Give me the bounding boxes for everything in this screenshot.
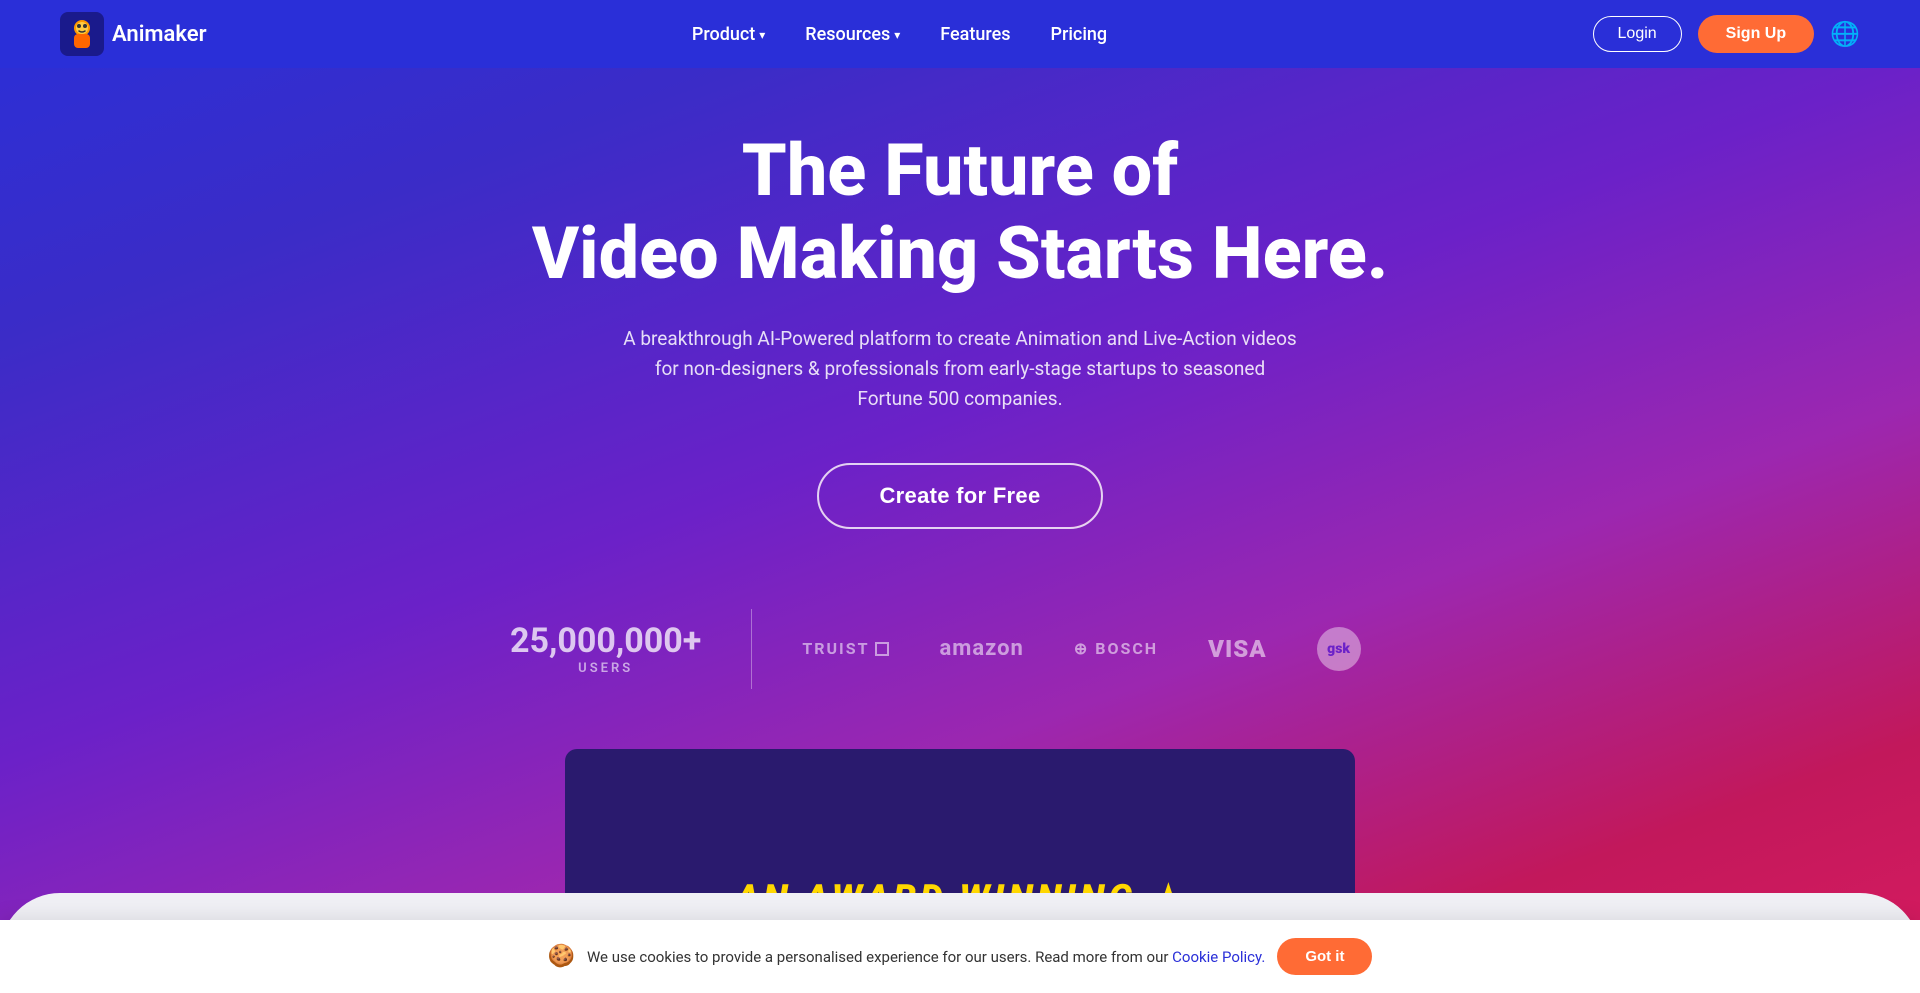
signup-button[interactable]: Sign Up	[1698, 15, 1814, 53]
navbar: Animaker Product ▾ Resources ▾ Features …	[0, 0, 1920, 68]
hero-title-line1: The Future of	[742, 128, 1178, 213]
gsk-text: gsk	[1327, 641, 1350, 657]
nav-features-label: Features	[940, 24, 1010, 45]
nav-resources-label: Resources	[805, 24, 890, 45]
resources-chevron-icon: ▾	[894, 28, 900, 42]
nav-item-resources[interactable]: Resources ▾	[805, 24, 900, 45]
language-icon[interactable]: 🌐	[1830, 20, 1860, 48]
logo-text: Animaker	[112, 22, 207, 47]
cookie-message: We use cookies to provide a personalised…	[587, 948, 1169, 966]
gsk-logo: gsk	[1317, 627, 1361, 671]
nav-pricing-label: Pricing	[1050, 24, 1107, 45]
users-count: 25,000,000+	[510, 621, 701, 661]
truist-box-icon	[875, 642, 889, 656]
product-chevron-icon: ▾	[759, 28, 765, 42]
hero-section: The Future of Video Making Starts Here. …	[0, 0, 1920, 993]
stats-users: 25,000,000+ USERS	[510, 621, 751, 676]
logo[interactable]: Animaker	[60, 12, 207, 56]
stats-section: 25,000,000+ USERS TRUIST amazon ⊕ BOSCH …	[510, 609, 1410, 689]
hero-title: The Future of Video Making Starts Here.	[532, 130, 1388, 296]
company-logos: TRUIST amazon ⊕ BOSCH VISA gsk	[802, 627, 1410, 671]
create-for-free-button[interactable]: Create for Free	[817, 463, 1102, 529]
truist-label: TRUIST	[802, 639, 869, 658]
amazon-logo: amazon	[939, 636, 1023, 661]
cookie-policy-text: Cookie Policy.	[1172, 948, 1265, 966]
truist-logo: TRUIST	[802, 639, 889, 658]
hero-title-line2: Video Making Starts Here.	[532, 211, 1388, 296]
hero-subtitle: A breakthrough AI-Powered platform to cr…	[620, 324, 1300, 415]
users-label: USERS	[578, 661, 633, 676]
got-it-button[interactable]: Got it	[1277, 938, 1372, 975]
nav-links: Product ▾ Resources ▾ Features Pricing	[692, 24, 1107, 45]
cookie-icon: 🍪	[548, 944, 575, 969]
bosch-circle-icon: ⊕	[1074, 639, 1089, 658]
visa-logo: VISA	[1208, 635, 1267, 663]
animaker-logo-icon	[60, 12, 104, 56]
login-button[interactable]: Login	[1593, 16, 1682, 52]
stats-divider	[751, 609, 752, 689]
nav-product-label: Product	[692, 24, 755, 45]
nav-item-product[interactable]: Product ▾	[692, 24, 765, 45]
cookie-policy-link[interactable]: Cookie Policy.	[1172, 948, 1265, 966]
cookie-banner: 🍪 We use cookies to provide a personalis…	[0, 920, 1920, 993]
cookie-text: We use cookies to provide a personalised…	[587, 948, 1265, 966]
nav-item-features[interactable]: Features	[940, 24, 1010, 45]
nav-item-pricing[interactable]: Pricing	[1050, 24, 1107, 45]
nav-actions: Login Sign Up 🌐	[1593, 15, 1860, 53]
bosch-logo: ⊕ BOSCH	[1074, 639, 1158, 658]
